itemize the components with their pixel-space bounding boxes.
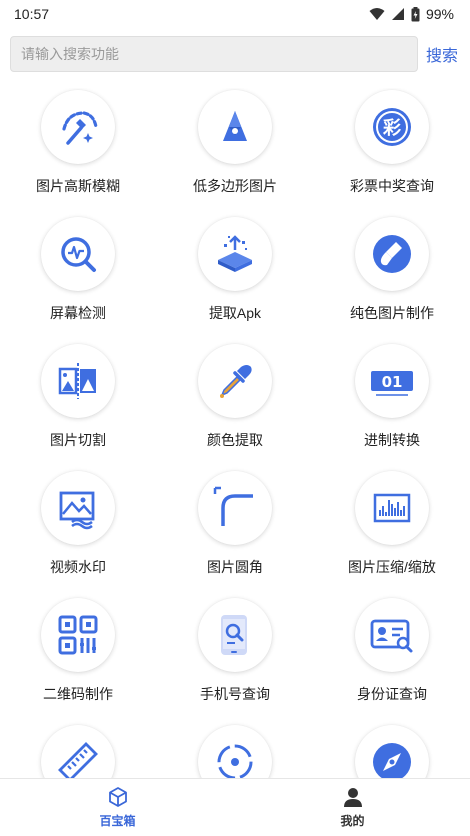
tool-icon-circle	[355, 217, 429, 291]
tool-icon-circle	[41, 217, 115, 291]
tool-icon-circle	[198, 217, 272, 291]
tool-extract-apk[interactable]: 提取Apk	[157, 215, 313, 341]
lottery-icon: 彩	[373, 108, 411, 146]
tool-label: 图片压缩/缩放	[348, 559, 436, 575]
tool-icon-circle	[41, 344, 115, 418]
tool-icon-circle	[198, 725, 272, 778]
battery-icon	[411, 6, 420, 21]
tool-label: 图片高斯模糊	[36, 178, 120, 194]
tool-label: 身份证查询	[357, 686, 427, 702]
tool-label: 图片切割	[50, 432, 106, 448]
tool-lottery[interactable]: 彩 彩票中奖查询	[314, 88, 470, 214]
extract-apk-icon	[218, 235, 252, 272]
tool-ruler[interactable]	[0, 723, 156, 778]
tool-image-split[interactable]: 图片切割	[0, 342, 156, 468]
tool-label: 视频水印	[50, 559, 106, 575]
search-button[interactable]: 搜索	[426, 42, 458, 66]
rounded-corner-icon	[213, 486, 253, 526]
tool-target[interactable]	[157, 723, 313, 778]
color-picker-icon	[220, 365, 252, 398]
tool-icon-circle: 彩	[355, 90, 429, 164]
target-icon	[217, 744, 253, 778]
nav-label: 百宝箱	[99, 814, 136, 828]
low-poly-icon	[223, 111, 247, 141]
tool-icon-circle	[198, 344, 272, 418]
tool-label: 低多边形图片	[193, 178, 277, 194]
tool-gaussian-blur[interactable]: 图片高斯模糊	[0, 88, 156, 214]
tool-rounded-corner[interactable]: 图片圆角	[157, 469, 313, 595]
ruler-icon	[58, 742, 98, 778]
tool-phone-lookup[interactable]: 手机号查询	[157, 596, 313, 722]
tool-icon-circle	[41, 90, 115, 164]
tool-label: 提取Apk	[208, 305, 262, 321]
tool-icon-circle	[41, 725, 115, 778]
user-icon	[343, 788, 362, 807]
base-convert-icon: 01	[371, 371, 413, 396]
nav-label: 我的	[340, 814, 365, 828]
tool-icon-circle	[198, 90, 272, 164]
tool-base-convert[interactable]: 01 进制转换	[314, 342, 470, 468]
tool-label: 进制转换	[364, 432, 420, 448]
search-bar: 搜索	[10, 36, 462, 72]
tool-icon-circle	[355, 471, 429, 545]
phone-lookup-icon	[221, 615, 247, 655]
tool-id-card[interactable]: 身份证查询	[314, 596, 470, 722]
base-convert-text: 01	[382, 373, 403, 391]
nav-item-mine[interactable]: 我的	[235, 779, 470, 836]
qr-code-icon	[58, 615, 98, 655]
image-split-icon	[58, 363, 96, 399]
tool-qr-code[interactable]: 二维码制作	[0, 596, 156, 722]
tool-icon-circle	[198, 471, 272, 545]
magic-wand-icon	[62, 111, 98, 145]
compass-icon	[373, 743, 411, 778]
search-input[interactable]	[10, 36, 418, 72]
tool-image-compress[interactable]: 图片压缩/缩放	[314, 469, 470, 595]
tool-label: 彩票中奖查询	[350, 178, 434, 194]
wifi-icon	[369, 8, 385, 20]
tool-compass[interactable]	[314, 723, 470, 778]
status-time: 10:57	[14, 6, 50, 22]
tool-label: 二维码制作	[43, 686, 113, 702]
tool-icon-circle	[41, 598, 115, 672]
tool-icon-circle: 01	[355, 344, 429, 418]
tool-grid: 图片高斯模糊 低多边形图片 彩 彩票中奖查询 屏幕检测 提取Apk 纯色图片制作…	[0, 88, 470, 778]
tool-screen-detect[interactable]: 屏幕检测	[0, 215, 156, 341]
solid-color-icon	[373, 235, 411, 273]
tool-low-poly[interactable]: 低多边形图片	[157, 88, 313, 214]
signal-icon	[391, 8, 404, 20]
status-bar: 10:57 99%	[0, 0, 470, 28]
tool-icon-circle	[355, 598, 429, 672]
tool-icon-circle	[41, 471, 115, 545]
tool-label: 颜色提取	[207, 432, 263, 448]
tool-color-picker[interactable]: 颜色提取	[157, 342, 313, 468]
toolbox-icon	[108, 787, 127, 807]
battery-level: 99%	[425, 6, 454, 22]
tool-label: 屏幕检测	[50, 305, 106, 321]
tool-label: 手机号查询	[200, 686, 270, 702]
nav-item-toolbox[interactable]: 百宝箱	[0, 779, 235, 836]
tool-icon-circle	[198, 598, 272, 672]
tool-video-watermark[interactable]: 视频水印	[0, 469, 156, 595]
tool-solid-color[interactable]: 纯色图片制作	[314, 215, 470, 341]
bottom-nav: 百宝箱 我的	[0, 778, 470, 836]
video-watermark-icon	[59, 491, 95, 530]
screen-detect-icon	[61, 237, 96, 272]
tool-icon-circle	[355, 725, 429, 778]
id-card-icon	[370, 619, 413, 653]
tool-label: 图片圆角	[207, 559, 263, 575]
status-icons: 99%	[369, 6, 454, 22]
lottery-glyph: 彩	[382, 118, 401, 139]
image-compress-icon	[373, 493, 411, 523]
tool-label: 纯色图片制作	[350, 305, 434, 321]
